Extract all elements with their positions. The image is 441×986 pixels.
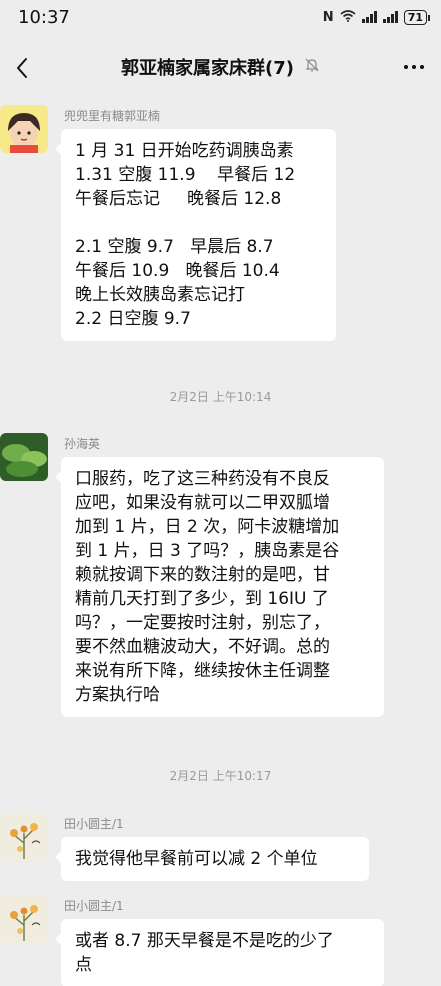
message-line: 晚上长效胰岛素忘记打 [75,285,245,305]
message-line: 午餐后 10.9 晚餐后 10.4 [75,261,280,281]
battery-icon: 71 [403,9,431,25]
message-line: 要不然血糖波动大，不好调。总的 [75,637,330,657]
chat-header: 郭亚楠家属家床群(7) [0,44,441,90]
more-options-button[interactable] [399,52,429,82]
chat-message: 田小圆主/1 或者 8.7 那天早餐是不是吃的少了 点 [0,895,441,986]
message-line: 吗？，一定要按时注射，别忘了， [75,613,330,633]
status-icons: N 71 [322,9,431,25]
message-line: 应吧，如果没有就可以二甲双胍增 [75,493,330,513]
chat-title: 郭亚楠家属家床群(7) [121,58,294,79]
status-time: 10:37 [18,6,70,28]
message-bubble[interactable]: 1 月 31 日开始吃药调胰岛素 1.31 空腹 11.9 早餐后 12 午餐后… [55,129,336,341]
timestamp: 2月2日 上午10:14 [169,390,272,404]
chat-message: 田小圆主/1 我觉得他早餐前可以减 2 个单位 [0,813,441,883]
back-button[interactable] [8,54,36,82]
avatar[interactable] [0,433,48,481]
message-bubble[interactable]: 口服药，吃了这三种药没有不良反 应吧，如果没有就可以二甲双胍增 加到 1 片，日… [55,457,384,717]
message-line: 1 月 31 日开始吃药调胰岛素 [75,141,294,161]
chat-message: 兜兜里有糖郭亚楠 1 月 31 日开始吃药调胰岛素 1.31 空腹 11.9 早… [0,105,441,355]
message-line: 我觉得他早餐前可以减 2 个单位 [75,849,318,869]
sender-name: 孙海英 [64,437,101,451]
message-line: 方案执行哈 [75,685,160,705]
message-line: 精前几天打到了多少，到 16IU 了 [75,589,329,609]
message-bubble[interactable]: 或者 8.7 那天早餐是不是吃的少了 点 [55,919,384,986]
sender-name: 田小圆主/1 [64,817,124,831]
message-line: 2.1 空腹 9.7 早晨后 8.7 [75,237,274,257]
sender-name: 田小圆主/1 [64,899,124,913]
nfc-icon: N [322,9,334,25]
wifi-icon [340,9,356,25]
timestamp: 2月2日 上午10:17 [169,769,272,783]
message-line: 来说有所下降，继续按休主任调整 [75,661,330,681]
message-line: 口服药，吃了这三种药没有不良反 [75,469,330,489]
message-bubble[interactable]: 我觉得他早餐前可以减 2 个单位 [55,837,369,881]
avatar[interactable] [0,105,48,153]
signal-icon [382,11,398,23]
message-line: 到 1 片，日 3 了吗？，胰岛素是谷 [75,541,340,561]
sender-name: 兜兜里有糖郭亚楠 [64,109,161,123]
status-bar: 10:37 N 71 [0,0,441,34]
message-line: 或者 8.7 那天早餐是不是吃的少了 [75,931,334,951]
message-line: 1.31 空腹 11.9 早餐后 12 [75,165,296,185]
message-line: 午餐后忘记 晚餐后 12.8 [75,189,282,209]
avatar[interactable] [0,895,48,943]
back-arrow-icon [17,58,27,78]
mute-bell-icon [304,57,320,77]
message-line: 点 [75,955,92,975]
message-line: 赖就按调下来的数注射的是吧，甘 [75,565,330,585]
chat-message: 孙海英 口服药，吃了这三种药没有不良反 应吧，如果没有就可以二甲双胍增 加到 1… [0,433,441,743]
signal-icon [361,11,377,23]
message-line: 2.2 日空腹 9.7 [75,309,191,329]
message-line: 加到 1 片，日 2 次，阿卡波糖增加 [75,517,340,537]
avatar[interactable] [0,813,48,861]
message-line [75,211,322,235]
